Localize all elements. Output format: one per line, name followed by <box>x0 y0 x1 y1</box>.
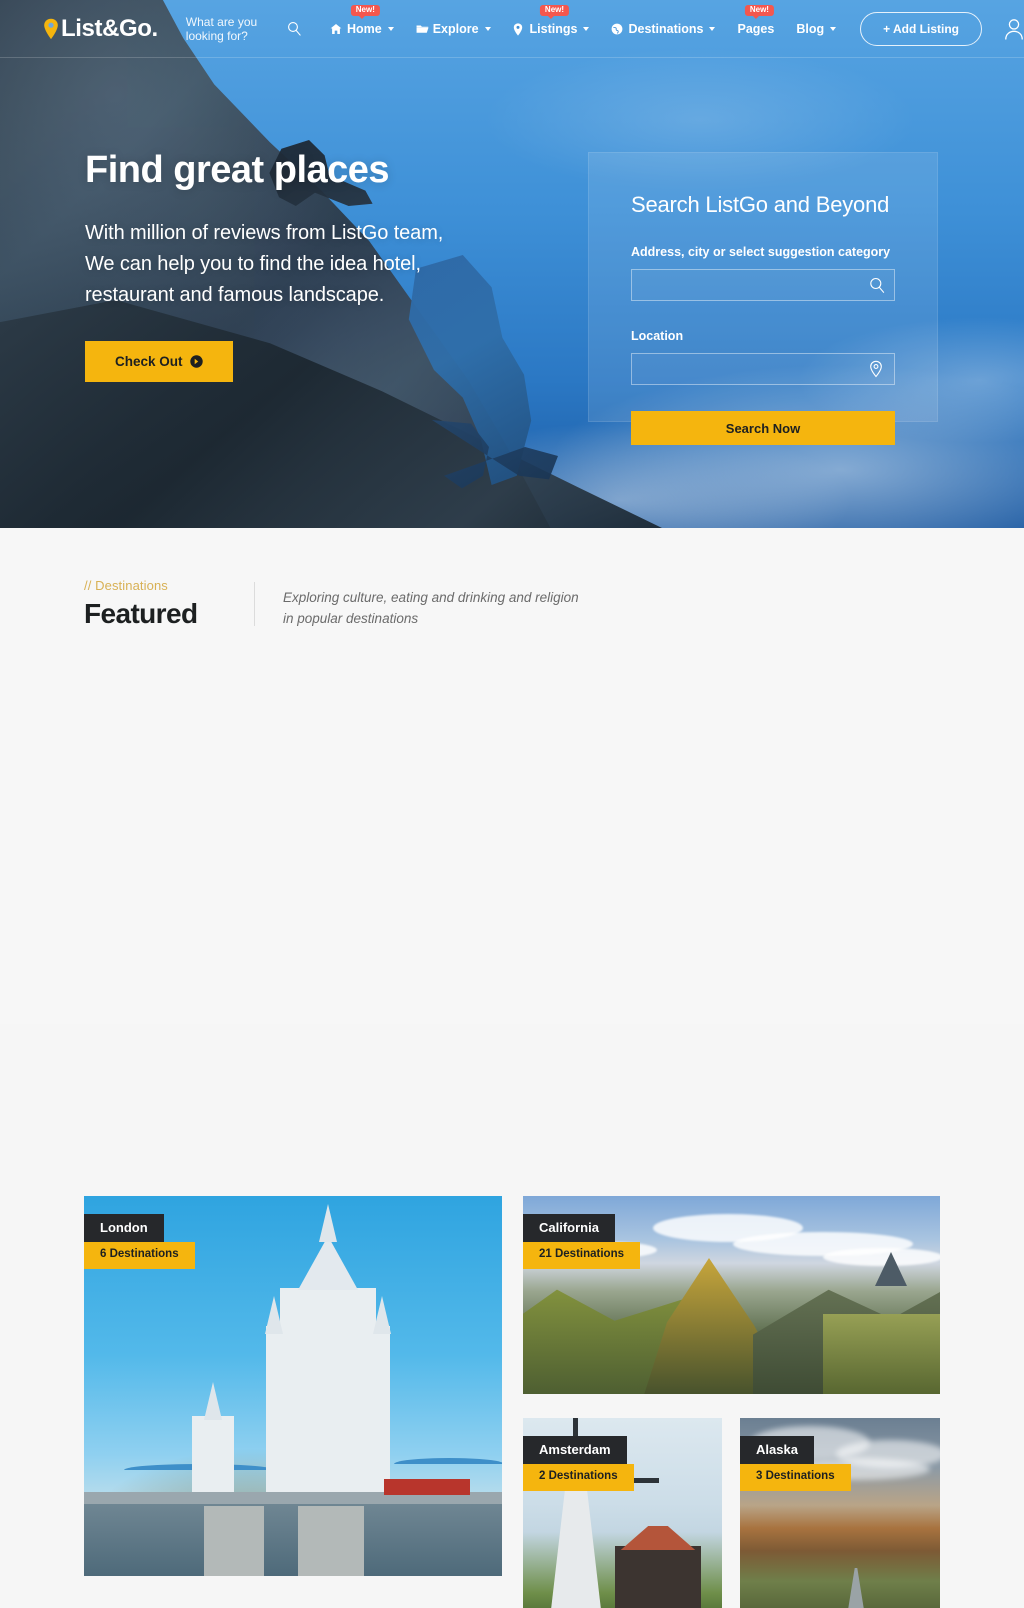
section-description: Exploring culture, eating and drinking a… <box>283 590 579 626</box>
destination-card-amsterdam[interactable]: Amsterdam 2 Destinations <box>523 1418 722 1608</box>
alaska-count: 3 Destinations <box>740 1464 851 1491</box>
london-count: 6 Destinations <box>84 1242 195 1269</box>
bridge-roof-main <box>298 1236 358 1290</box>
map-pin-icon <box>513 22 525 36</box>
bridge-spire-main <box>319 1204 337 1242</box>
search-icon[interactable] <box>869 277 885 294</box>
page-title: Featured <box>84 598 198 629</box>
navbar-menu: New! Home Explore New! Listings Destinat… <box>330 4 837 36</box>
search-panel-title: Search ListGo and Beyond <box>631 192 890 217</box>
chevron-down-icon <box>583 26 590 31</box>
nav-item-explore[interactable]: Explore <box>416 22 491 36</box>
badge-new-pages: New! <box>744 4 774 19</box>
brand-name: List&Go. <box>61 14 158 42</box>
search-icon[interactable] <box>287 21 302 36</box>
hero-search-panel: Search ListGo and Beyond Address, city o… <box>588 152 938 446</box>
brand-logo[interactable]: List&Go. <box>43 14 158 42</box>
top-navbar: List&Go. What are you looking for? New! … <box>0 0 1024 58</box>
section-header-titles: // Destinations Featured <box>84 578 224 630</box>
river-water <box>84 1504 502 1576</box>
globe-icon <box>611 23 623 35</box>
california-card-labels: California 21 Destinations <box>523 1214 640 1269</box>
nav-item-destinations-label: Destinations <box>628 21 704 36</box>
chevron-down-icon <box>709 26 716 31</box>
hero-subtitle-line-3: restaurant and famous landscape. <box>85 283 385 306</box>
nav-item-home-label: Home <box>346 21 382 36</box>
check-out-button-label: Check Out <box>115 353 183 369</box>
terrace-right <box>823 1314 940 1394</box>
snow-peak <box>875 1252 907 1286</box>
bridge-pier-left <box>204 1506 264 1576</box>
chevron-down-icon <box>830 26 837 31</box>
section-divider <box>254 582 255 626</box>
hero-subtitle-line-2: We can help you to find the idea hotel, <box>85 252 421 275</box>
user-account-icon[interactable] <box>1004 18 1024 40</box>
chevron-down-icon <box>484 26 491 31</box>
location-pin-icon <box>43 18 59 40</box>
destination-card-alaska[interactable]: Alaska 3 Destinations <box>740 1418 940 1608</box>
section-eyebrow: // Destinations <box>84 578 168 593</box>
search-address-field[interactable] <box>631 269 895 302</box>
hero-section: List&Go. What are you looking for? New! … <box>0 0 1024 528</box>
nav-item-home[interactable]: New! Home <box>330 4 394 36</box>
nav-item-destinations[interactable]: Destinations <box>611 21 716 36</box>
arrow-circle-right-icon <box>189 355 203 368</box>
amsterdam-card-labels: Amsterdam 2 Destinations <box>523 1436 634 1491</box>
badge-new-listings: New! <box>539 4 570 19</box>
hero-title: Find great places <box>85 149 390 191</box>
search-location-field[interactable] <box>631 353 895 386</box>
nav-item-listings-label: Listings <box>529 21 578 36</box>
bridge-cable-right <box>394 1458 502 1464</box>
section-header: // Destinations Featured Exploring cultu… <box>84 578 583 630</box>
folder-open-icon <box>416 23 429 35</box>
destination-card-london[interactable]: London 6 Destinations <box>84 1196 502 1576</box>
hero-subtitle-line-1: With million of reviews from ListGo team… <box>85 221 444 244</box>
alaska-name: Alaska <box>740 1436 814 1464</box>
alaska-card-labels: Alaska 3 Destinations <box>740 1436 851 1491</box>
hero-subtitle: With million of reviews from ListGo team… <box>85 218 565 311</box>
map-pin-icon[interactable] <box>869 360 885 378</box>
bridge-turret-spire-right <box>373 1296 391 1334</box>
london-name: London <box>84 1214 164 1242</box>
destination-card-california[interactable]: California 21 Destinations <box>523 1196 940 1394</box>
add-listing-button[interactable]: + Add Listing <box>860 11 982 46</box>
amsterdam-count: 2 Destinations <box>523 1464 634 1491</box>
windmill-body <box>551 1480 601 1608</box>
house-body <box>615 1546 701 1608</box>
bridge-bus <box>384 1479 470 1495</box>
nav-item-pages-label: Pages <box>737 21 775 36</box>
navbar-search[interactable]: What are you looking for? <box>186 15 302 43</box>
bridge-turret-spire-left <box>265 1296 283 1334</box>
california-name: California <box>523 1214 615 1242</box>
nav-item-pages[interactable]: New! Pages <box>737 4 775 36</box>
featured-destinations-section: // Destinations Featured Exploring cultu… <box>0 528 1024 1608</box>
search-address-input[interactable] <box>632 270 894 301</box>
highway <box>848 1568 864 1608</box>
nav-item-blog[interactable]: Blog <box>796 21 837 36</box>
bridge-pier-right <box>298 1506 364 1576</box>
search-location-label: Location <box>631 329 684 344</box>
navbar-search-placeholder: What are you looking for? <box>185 14 258 43</box>
search-address-label: Address, city or select suggestion categ… <box>631 245 891 260</box>
home-icon <box>330 23 342 35</box>
nav-item-listings[interactable]: New! Listings <box>513 4 590 36</box>
chevron-down-icon <box>387 26 394 31</box>
amsterdam-name: Amsterdam <box>523 1436 627 1464</box>
check-out-button[interactable]: Check Out <box>85 340 233 382</box>
badge-new-home: New! <box>350 4 380 19</box>
nav-item-blog-label: Blog <box>796 21 825 36</box>
london-card-labels: London 6 Destinations <box>84 1214 195 1269</box>
hero-content: Find great places With million of review… <box>85 149 565 382</box>
bridge-spire-small <box>204 1382 222 1420</box>
nav-item-explore-label: Explore <box>432 21 479 36</box>
search-now-button[interactable]: Search Now <box>631 411 895 446</box>
search-location-input[interactable] <box>632 354 894 385</box>
california-count: 21 Destinations <box>523 1242 640 1269</box>
